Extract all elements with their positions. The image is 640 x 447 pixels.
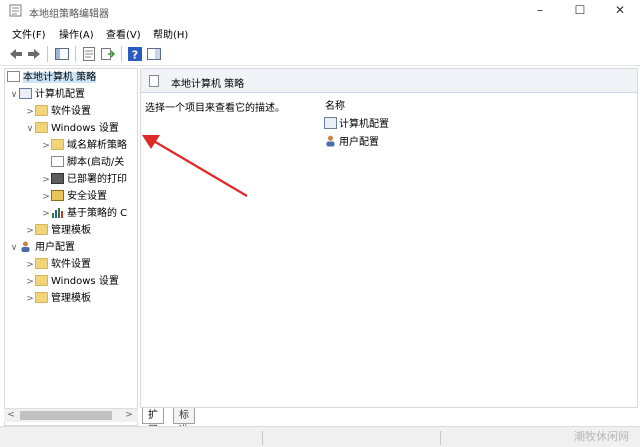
tab-standard[interactable]: 标准	[173, 408, 195, 436]
chevron-right-icon[interactable]: >	[25, 274, 35, 290]
chevron-right-icon[interactable]: >	[25, 223, 35, 239]
chart-icon	[52, 208, 63, 218]
list-item-user-config[interactable]: 用户配置	[324, 133, 379, 148]
user-icon	[21, 241, 30, 252]
tree-item-policy-based-qos[interactable]: > 基于策略的 C	[41, 206, 127, 222]
svg-text:?: ?	[132, 49, 138, 62]
window-title: 本地组策略编辑器	[29, 9, 109, 20]
tree-item-user-software-settings[interactable]: > 软件设置	[25, 257, 91, 273]
toolbar-separator	[75, 46, 76, 62]
chevron-right-icon[interactable]: >	[41, 172, 51, 188]
user-icon	[326, 135, 335, 147]
chevron-right-icon[interactable]: >	[41, 138, 51, 154]
folder-icon	[35, 105, 48, 116]
tree-item-deployed-printers[interactable]: > 已部署的打印	[41, 172, 127, 188]
menu-file[interactable]: 文件(F)	[12, 26, 46, 41]
chevron-down-icon[interactable]: ∨	[9, 87, 19, 103]
folder-icon	[51, 139, 64, 150]
folder-icon	[35, 122, 48, 133]
menu-action[interactable]: 操作(A)	[59, 26, 94, 41]
toolbar: ?	[0, 42, 640, 66]
tree-item-user-admin-templates[interactable]: > 管理模板	[25, 291, 91, 307]
tree-item-user-config[interactable]: ∨ 用户配置	[9, 240, 75, 256]
export-list-icon[interactable]	[100, 46, 116, 62]
policy-doc-icon	[7, 71, 20, 82]
tree-item-scripts[interactable]: 脚本(启动/关	[41, 155, 124, 171]
chevron-right-icon[interactable]: >	[25, 291, 35, 307]
printer-icon	[51, 173, 64, 184]
folder-icon	[35, 275, 48, 286]
watermark: 潮牧休闲网	[574, 430, 629, 443]
forward-arrow-icon[interactable]	[26, 46, 42, 62]
close-button[interactable]: ✕	[600, 0, 640, 22]
chevron-down-icon[interactable]: ∨	[9, 240, 19, 256]
chevron-right-icon[interactable]: >	[41, 189, 51, 205]
tree-item-software-settings[interactable]: > 软件设置	[25, 104, 91, 120]
chevron-right-icon[interactable]: >	[25, 104, 35, 120]
menu-view[interactable]: 查看(V)	[106, 26, 141, 41]
tree-item-computer-config[interactable]: ∨ 计算机配置	[9, 87, 85, 103]
tree-item-admin-templates[interactable]: > 管理模板	[25, 223, 91, 239]
tree-item-user-windows-settings[interactable]: > Windows 设置	[25, 274, 119, 290]
status-separator	[440, 431, 441, 445]
properties-icon[interactable]	[81, 46, 97, 62]
toolbar-separator	[47, 46, 48, 62]
status-separator	[262, 431, 263, 445]
details-header: 本地计算机 策略	[141, 69, 637, 93]
tree-item-security-settings[interactable]: > 安全设置	[41, 189, 107, 205]
description-text: 选择一个项目来查看它的描述。	[145, 103, 285, 114]
tree-item-local-computer-policy[interactable]: 本地计算机 策略	[7, 70, 97, 86]
chevron-right-icon[interactable]: >	[41, 206, 51, 222]
maximize-button[interactable]: ☐	[560, 0, 600, 22]
toolbar-separator	[121, 46, 122, 62]
computer-icon	[19, 88, 32, 99]
tree-horizontal-scrollbar[interactable]: < >	[4, 408, 138, 422]
security-icon	[51, 190, 64, 201]
status-bar	[0, 426, 640, 447]
title-bar: 本地组策略编辑器 – ☐ ✕	[0, 0, 640, 22]
policy-doc-icon	[149, 75, 159, 87]
show-tree-icon[interactable]	[54, 46, 70, 62]
show-action-pane-icon[interactable]	[146, 46, 162, 62]
tab-extended[interactable]: 扩展	[142, 408, 164, 436]
minimize-button[interactable]: –	[520, 0, 560, 22]
tree-item-name-resolution-policy[interactable]: > 域名解析策略	[41, 138, 127, 154]
tree-item-windows-settings[interactable]: ∨ Windows 设置	[25, 121, 119, 137]
column-header-name[interactable]: 名称	[325, 97, 345, 112]
details-title: 本地计算机 策略	[171, 79, 245, 90]
scroll-left-icon[interactable]: <	[4, 409, 18, 422]
help-icon[interactable]: ?	[127, 46, 143, 62]
back-arrow-icon[interactable]	[8, 46, 24, 62]
folder-icon	[35, 258, 48, 269]
computer-icon	[324, 117, 337, 129]
policy-editor-icon	[9, 4, 22, 17]
chevron-down-icon[interactable]: ∨	[25, 121, 35, 137]
list-item-computer-config[interactable]: 计算机配置	[324, 115, 389, 130]
tree-pane: 本地计算机 策略 ∨ 计算机配置 > 软件设置 ∨ Windows 设置 > 域名解析策…	[4, 68, 138, 426]
chevron-right-icon[interactable]: >	[25, 257, 35, 273]
scroll-right-icon[interactable]: >	[122, 409, 136, 422]
menu-bar: 文件(F) 操作(A) 查看(V) 帮助(H)	[0, 22, 640, 42]
menu-help[interactable]: 帮助(H)	[153, 26, 188, 41]
folder-icon	[35, 292, 48, 303]
script-icon	[51, 156, 64, 167]
details-pane: 本地计算机 策略 选择一个项目来查看它的描述。 名称 计算机配置 用户配置	[140, 68, 638, 408]
scrollbar-thumb[interactable]	[20, 411, 112, 420]
folder-icon	[35, 224, 48, 235]
